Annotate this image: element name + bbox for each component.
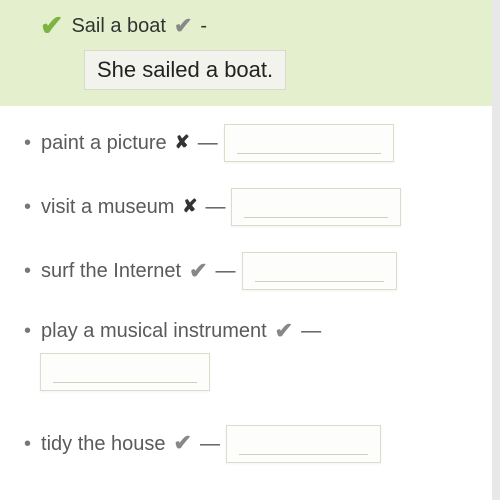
item-text: visit a museum [41, 193, 174, 221]
example-prompt: Sail a boat [71, 15, 166, 38]
example-block: ✔ Sail a boat ✔ - She sailed a boat. [0, 0, 492, 106]
prompt-check-icon: ✔ [174, 13, 192, 39]
example-answer: She sailed a boat. [84, 50, 286, 90]
list-item: • visit a museum ✘ — [24, 188, 472, 226]
dash: — [216, 257, 234, 285]
exercise-list: • paint a picture ✘ — • visit a museum ✘… [0, 106, 492, 463]
item-text: paint a picture [41, 129, 167, 157]
list-item: • tidy the house ✔ — [24, 425, 472, 463]
bullet-icon: • [24, 430, 31, 458]
item-text: surf the Internet [41, 257, 181, 285]
bullet-icon: • [24, 317, 31, 345]
check-icon: ✔ [189, 256, 207, 287]
answer-input[interactable] [40, 353, 210, 391]
x-icon: ✘ [175, 130, 190, 155]
dash: — [200, 430, 218, 458]
example-header: ✔ Sail a boat ✔ - [20, 12, 472, 40]
dash: — [198, 129, 216, 157]
answer-input[interactable] [242, 252, 397, 290]
item-text: tidy the house [41, 430, 166, 458]
answer-input[interactable] [231, 188, 401, 226]
check-icon: ✔ [275, 316, 293, 347]
answer-input[interactable] [224, 124, 394, 162]
list-item: • surf the Internet ✔ — [24, 252, 472, 290]
bullet-icon: • [24, 193, 31, 221]
scrollbar-track[interactable] [492, 0, 500, 500]
list-item: • play a musical instrument ✔ — [24, 316, 472, 399]
example-dash: - [200, 15, 207, 38]
correct-check-icon: ✔ [40, 12, 63, 40]
dash: — [301, 317, 319, 345]
bullet-icon: • [24, 257, 31, 285]
bullet-icon: • [24, 129, 31, 157]
list-item: • paint a picture ✘ — [24, 124, 472, 162]
check-icon: ✔ [174, 428, 192, 459]
dash: — [205, 193, 223, 221]
item-text: play a musical instrument [41, 317, 267, 345]
answer-input[interactable] [226, 425, 381, 463]
x-icon: ✘ [182, 194, 197, 219]
